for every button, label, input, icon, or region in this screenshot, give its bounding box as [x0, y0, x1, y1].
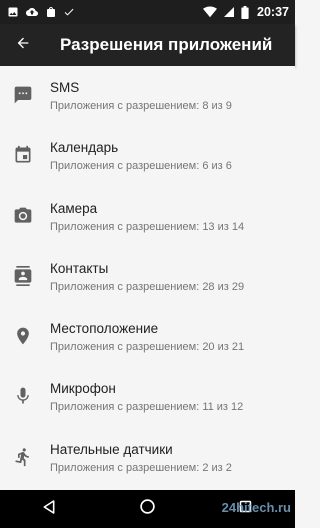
app-bar: Разрешения приложений [0, 24, 295, 66]
shopping-bag-icon [45, 6, 57, 18]
permission-summary: Приложения с разрешением: 8 из 9 [50, 100, 232, 112]
permissions-list: SMS Приложения с разрешением: 8 из 9 Кал… [0, 66, 295, 490]
permission-item-sms[interactable]: SMS Приложения с разрешением: 8 из 9 [0, 66, 295, 126]
wifi-icon [203, 6, 218, 18]
body-sensors-icon [12, 446, 34, 468]
arrow-back-icon [15, 35, 31, 56]
permission-item-location[interactable]: Местоположение Приложения с разрешением:… [0, 307, 295, 367]
camera-icon [12, 205, 34, 227]
nav-home-button[interactable] [117, 490, 177, 528]
cloud-upload-icon [25, 6, 39, 18]
permission-label: Нательные датчики [50, 441, 173, 457]
permission-summary: Приложения с разрешением: 6 из 6 [50, 160, 232, 173]
sms-icon [12, 84, 34, 106]
permission-summary: Приложения с разрешением: 20 из 21 [50, 341, 245, 354]
permission-item-camera[interactable]: Камера Приложения с разрешением: 13 из 1… [0, 187, 295, 247]
microphone-icon [12, 385, 34, 407]
permission-item-contacts[interactable]: Контакты Приложения с разрешением: 28 из… [0, 247, 295, 307]
back-button[interactable] [1, 24, 45, 66]
image-icon [7, 6, 19, 18]
permission-summary: Приложения с разрешением: 11 из 12 [50, 401, 244, 414]
back-triangle-icon [41, 499, 57, 520]
watermark-logo: 24hitech.ru [221, 500, 291, 515]
signal-icon [223, 6, 235, 18]
check-icon [63, 6, 75, 18]
permission-label: SMS [50, 80, 80, 95]
permission-label: Местоположение [50, 321, 159, 337]
nav-back-button[interactable] [19, 490, 79, 528]
permission-label: Контакты [50, 260, 109, 276]
permission-item-microphone[interactable]: Микрофон Приложения с разрешением: 11 из… [0, 367, 295, 427]
permission-label: Календарь [50, 140, 119, 156]
battery-icon [241, 5, 249, 19]
home-circle-icon [139, 498, 156, 520]
calendar-icon [12, 144, 34, 166]
system-icons: 20:37 [203, 0, 289, 24]
permission-summary: Приложения с разрешением: 28 из 29 [50, 280, 245, 293]
location-icon [12, 325, 34, 347]
permission-label: Камера [50, 200, 98, 216]
permission-summary: Приложения с разрешением: 2 из 2 [50, 461, 232, 474]
contacts-icon [12, 265, 34, 287]
permission-summary: Приложения с разрешением: 13 из 14 [50, 220, 245, 233]
status-time: 20:37 [257, 5, 289, 19]
permission-item-calendar[interactable]: Календарь Приложения с разрешением: 6 из… [0, 126, 295, 186]
page-title: Разрешения приложений [60, 35, 273, 54]
status-bar: 20:37 [0, 0, 295, 24]
permission-item-body-sensors[interactable]: Нательные датчики Приложения с разрешени… [0, 428, 295, 488]
notification-icons [7, 0, 75, 24]
permission-label: Микрофон [50, 381, 116, 397]
